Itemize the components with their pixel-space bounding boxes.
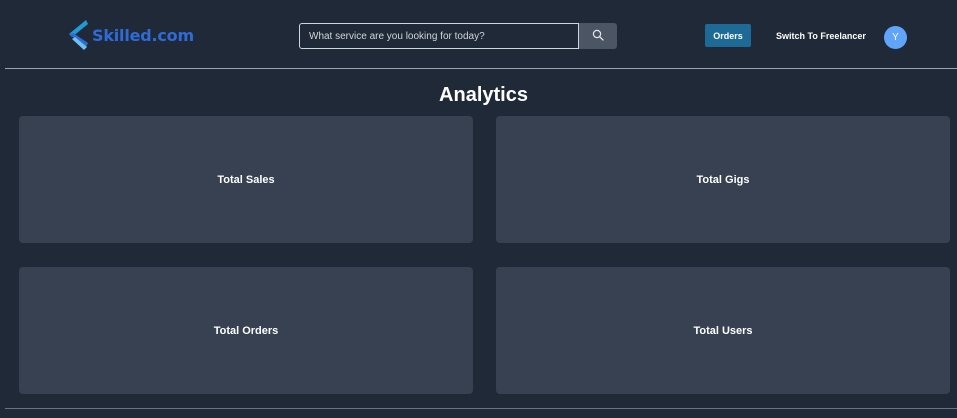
navbar: Skilled.com Orders Switch To Freelancer …	[5, 4, 957, 69]
logo[interactable]: Skilled.com	[66, 19, 194, 51]
search-icon	[592, 29, 604, 44]
search-bar	[299, 23, 617, 49]
total-gigs-label: Total Gigs	[696, 173, 750, 186]
orders-button[interactable]: Orders	[705, 24, 751, 47]
app-page: Skilled.com Orders Switch To Freelancer …	[0, 0, 957, 418]
footer-divider	[5, 408, 957, 409]
total-orders-card: Total Orders	[19, 267, 473, 394]
total-users-card: Total Users	[496, 267, 950, 394]
logo-icon	[66, 19, 90, 51]
total-gigs-card: Total Gigs	[496, 116, 950, 243]
avatar[interactable]: Y	[884, 26, 907, 49]
page-title: Analytics	[439, 84, 528, 106]
search-button[interactable]	[579, 23, 617, 49]
search-input[interactable]	[299, 23, 579, 49]
switch-to-freelancer-link[interactable]: Switch To Freelancer	[776, 31, 866, 41]
total-sales-card: Total Sales	[19, 116, 473, 243]
total-orders-label: Total Orders	[213, 324, 279, 337]
logo-text: Skilled.com	[92, 25, 194, 45]
total-sales-label: Total Sales	[217, 173, 275, 186]
total-users-label: Total Users	[693, 324, 753, 337]
